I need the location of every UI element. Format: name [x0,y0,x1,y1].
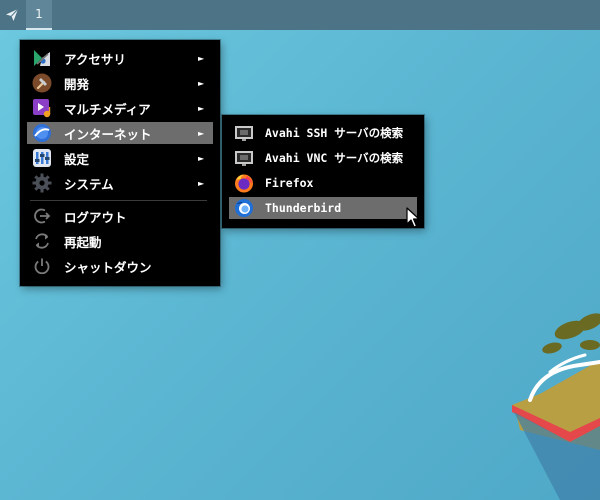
submenu-arrow-icon: ► [198,53,205,63]
menu-separator [30,200,207,201]
menu-item-label: 再起動 [64,234,102,250]
restart-icon [32,231,52,251]
submenu-arrow-icon: ► [198,103,205,113]
logout-icon [32,206,52,226]
menu-item-logout[interactable]: ログアウト [27,205,213,227]
submenu-item-thunderbird[interactable]: Thunderbird [229,197,417,219]
top-panel: 1 [0,0,600,30]
submenu-item-avahi-ssh[interactable]: Avahi SSH サーバの検索 [229,122,417,144]
wallpaper-island-illustration [512,313,600,500]
menu-item-label: マルチメディア [64,101,151,117]
accessories-icon [32,48,52,68]
firefox-icon [234,173,254,193]
menu-item-label: アクセサリ [64,51,126,67]
thunderbird-icon [234,198,254,218]
menu-item-label: シャットダウン [64,259,152,275]
menu-item-multimedia[interactable]: マルチメディア ► [27,97,213,119]
mouse-cursor-icon [406,207,420,228]
menu-item-label: 開発 [64,76,90,92]
app-menu-button[interactable] [0,0,24,30]
submenu-item-label: Avahi VNC サーバの検索 [265,151,404,165]
menu-item-internet[interactable]: インターネット ► [27,122,213,144]
workspace-button-1[interactable]: 1 [26,0,52,30]
menu-item-shutdown[interactable]: シャットダウン [27,255,213,277]
menu-item-restart[interactable]: 再起動 [27,230,213,252]
submenu-item-label: Avahi SSH サーバの検索 [265,126,404,140]
internet-submenu: Avahi SSH サーバの検索 Avahi VNC サーバの検索 Firefo… [222,115,424,228]
submenu-item-label: Firefox [265,176,314,190]
submenu-arrow-icon: ► [198,128,205,138]
menu-item-settings[interactable]: 設定 ► [27,147,213,169]
menu-item-label: インターネット [64,126,152,142]
menu-item-accessories[interactable]: アクセサリ ► [27,47,213,69]
submenu-arrow-icon: ► [198,78,205,88]
menu-item-label: ログアウト [64,209,127,225]
submenu-arrow-icon: ► [198,153,205,163]
menu-item-system[interactable]: システム ► [27,172,213,194]
menu-item-label: 設定 [64,151,90,167]
submenu-item-label: Thunderbird [265,201,342,215]
settings-icon [32,148,52,168]
network-monitor-icon [234,123,254,143]
power-icon [32,256,52,276]
network-monitor-icon [234,148,254,168]
gear-icon [32,173,52,193]
submenu-item-avahi-vnc[interactable]: Avahi VNC サーバの検索 [229,147,417,169]
workspace-label: 1 [35,7,43,21]
submenu-item-firefox[interactable]: Firefox [229,172,417,194]
multimedia-icon [32,98,52,118]
hammer-icon [32,73,52,93]
paper-plane-icon [6,8,19,21]
menu-item-development[interactable]: 開発 ► [27,72,213,94]
menu-item-label: システム [64,176,114,192]
internet-icon [32,123,52,143]
submenu-arrow-icon: ► [198,178,205,188]
application-menu: アクセサリ ► 開発 ► マルチメディア ► インターネット ► 設定 ► シス… [20,40,220,286]
